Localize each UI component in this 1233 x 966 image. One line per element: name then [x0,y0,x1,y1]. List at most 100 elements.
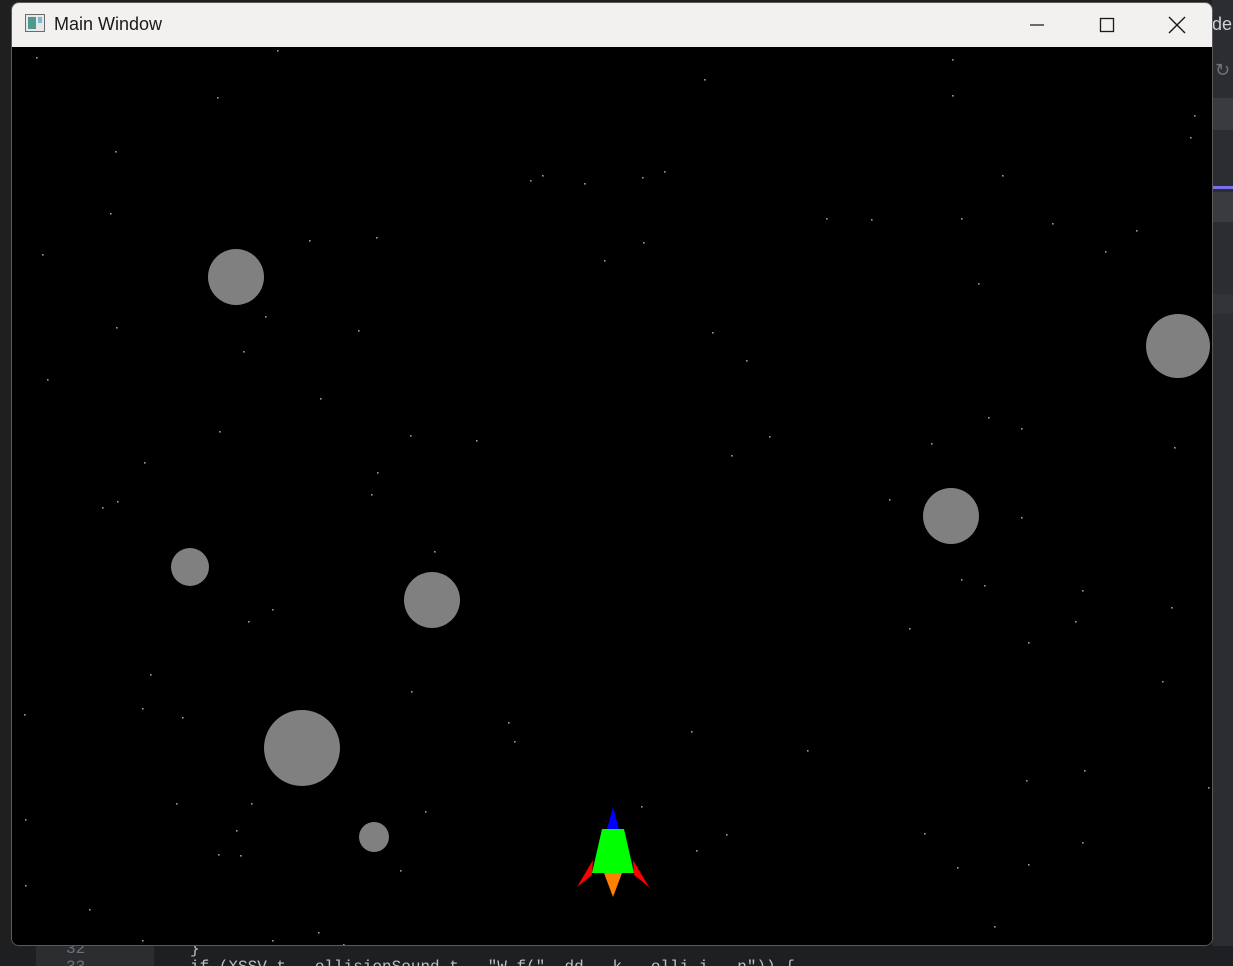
star [150,674,152,676]
close-button[interactable] [1142,3,1212,47]
star [115,151,117,153]
background-ide-panel: de ↻ [1212,0,1233,946]
star [691,731,693,733]
star [110,213,112,215]
code-line: if (XSSV.t...ollisionSound.t..."W.f("..d… [190,958,795,966]
star [102,507,104,509]
star [952,59,954,61]
star [514,741,516,743]
title-bar[interactable]: Main Window [12,3,1212,47]
ide-panel-band [1212,294,1233,314]
star [42,254,44,256]
ide-tab-band [1212,192,1233,222]
star [1105,251,1107,253]
star [217,97,219,99]
star [1082,842,1084,844]
star [376,237,378,239]
star [642,177,644,179]
close-icon [1168,16,1186,34]
asteroid [359,822,389,852]
star [248,621,250,623]
star [400,870,402,872]
space-scene [12,47,1212,945]
star [1084,770,1086,772]
star [1208,787,1210,789]
star [1082,590,1084,592]
line-number: 33 [66,958,85,966]
star [343,944,345,945]
star [272,940,274,942]
star [265,316,267,318]
star [36,57,38,59]
asteroid [404,572,460,628]
star [978,283,980,285]
star [277,50,279,52]
star [726,834,728,836]
star [320,398,322,400]
star [1190,137,1192,139]
star [371,494,373,496]
minimize-button[interactable] [1002,3,1072,47]
star [1021,517,1023,519]
star [769,436,771,438]
star [411,691,413,693]
game-canvas[interactable] [12,47,1212,945]
ide-tab-fragment: de [1212,14,1233,34]
star [1162,681,1164,683]
star [272,609,274,611]
star [1021,428,1023,430]
star [236,830,238,832]
desktop-background: de ↻ 32 33 } if (XSSV.t...ollisionSound.… [0,0,1233,966]
star [643,242,645,244]
star [984,585,986,587]
window-title: Main Window [54,14,163,34]
star [1171,607,1173,609]
star [542,175,544,177]
refresh-icon: ↻ [1215,60,1231,81]
star [961,218,963,220]
star [641,806,643,808]
ide-active-tab-indicator [1212,186,1233,189]
maximize-button[interactable] [1072,3,1142,47]
star [243,351,245,353]
star [142,708,144,710]
star [508,722,510,724]
star [47,379,49,381]
star [924,833,926,835]
star [434,551,436,553]
star [377,472,379,474]
star [425,811,427,813]
star [25,819,27,821]
star [957,867,959,869]
asteroid [264,710,340,786]
editor-gutter [36,946,154,966]
star [1194,115,1196,117]
star [530,180,532,182]
star [871,219,873,221]
star [704,79,706,81]
star [476,440,478,442]
star [309,240,311,242]
star [584,183,586,185]
star [1136,230,1138,232]
star [807,750,809,752]
star [696,850,698,852]
star [116,327,118,329]
star [712,332,714,334]
asteroid [1146,314,1210,378]
star [1026,780,1028,782]
star [1028,642,1030,644]
star [24,714,26,716]
star [664,171,666,173]
asteroid [923,488,979,544]
ide-toolbar-band [1212,98,1233,130]
star [826,218,828,220]
star [358,330,360,332]
star [952,95,954,97]
asteroid [171,548,209,586]
star [25,885,27,887]
star [176,803,178,805]
star [318,932,320,934]
asteroid [208,249,264,305]
background-code-editor: 32 33 } if (XSSV.t...ollisionSound.t..."… [0,946,1233,966]
